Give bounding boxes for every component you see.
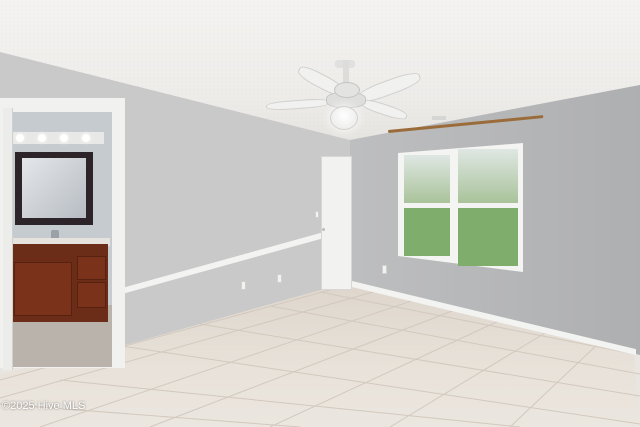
vanity-drawer	[77, 256, 106, 280]
wall-outlet	[241, 281, 246, 290]
grout-line	[269, 317, 506, 427]
grout-line	[509, 341, 601, 427]
open-bathroom-door	[3, 108, 13, 370]
fan-hub	[334, 82, 360, 98]
ceiling-fan-icon	[0, 0, 640, 140]
listing-watermark: ©2025 Hive MLS	[2, 400, 86, 412]
wall-outlet	[277, 274, 282, 283]
light-switch	[315, 211, 319, 218]
room-photo: ©2025 Hive MLS	[0, 0, 640, 427]
window-pane-upper-left	[404, 155, 450, 203]
vanity-drawer	[77, 282, 106, 308]
window-pane-lower-right	[458, 208, 518, 266]
fan-light-globe	[330, 106, 358, 130]
vanity-cabinet-door	[14, 262, 72, 316]
fan-blade	[359, 96, 409, 123]
grout-line	[319, 291, 635, 355]
door-knob	[322, 228, 325, 231]
window-pane-lower-left	[404, 208, 450, 256]
wall-outlet	[382, 265, 387, 274]
window-pane-upper-right	[458, 149, 518, 203]
closet-door	[321, 156, 352, 290]
bathroom-mirror	[22, 158, 86, 218]
fan-downrod	[343, 60, 349, 84]
fan-blade	[265, 97, 331, 112]
grout-line	[149, 307, 461, 427]
grout-line	[59, 379, 521, 427]
